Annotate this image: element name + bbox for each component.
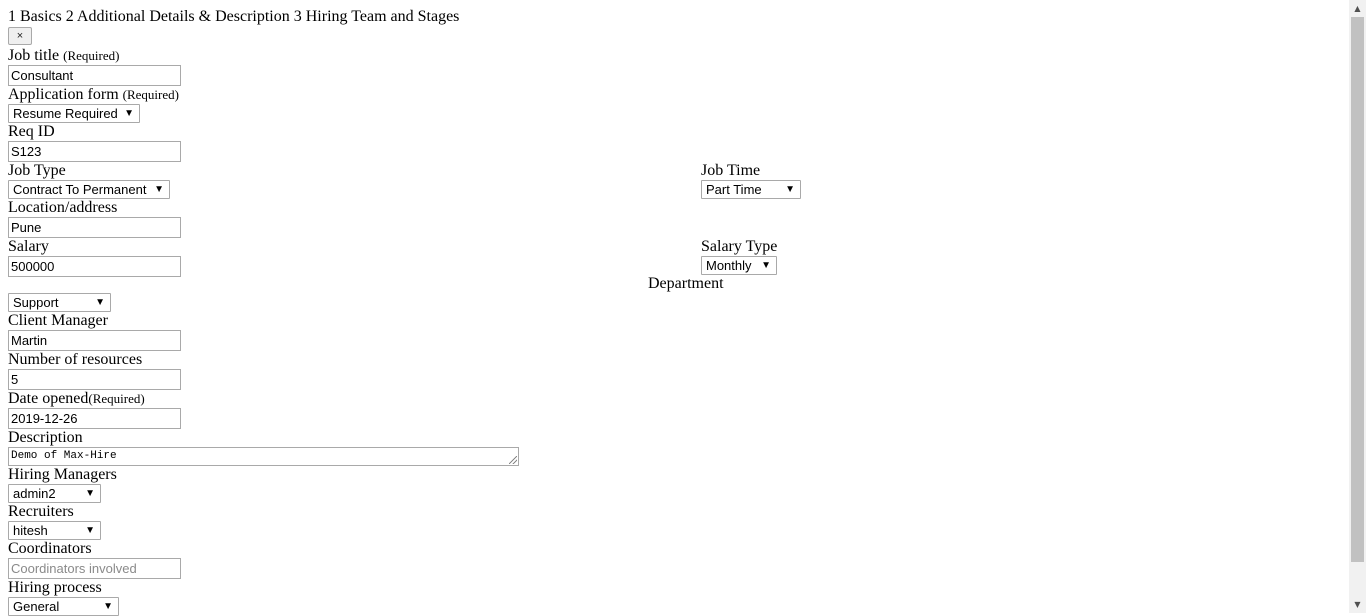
recruiters-label: Recruiters — [8, 503, 74, 520]
scroll-down-icon[interactable]: ▼ — [1349, 596, 1366, 613]
coordinators-input[interactable]: Coordinators involved — [8, 558, 181, 579]
hiring-process-value: General — [13, 599, 60, 614]
triangle-down-icon: ▼ — [95, 297, 105, 308]
hiring-process-label: Hiring process — [8, 579, 102, 596]
close-button[interactable]: × — [8, 27, 32, 45]
job-type-select[interactable]: Contract To Permanent ▼ — [8, 180, 170, 199]
resources-label: Number of resources — [8, 351, 143, 368]
hiring-managers-select[interactable]: admin2 ▼ — [8, 484, 101, 503]
application-form-label-text: Application form — [8, 86, 119, 103]
step-indicator: 1 Basics 2 Additional Details & Descript… — [8, 8, 460, 25]
recruiters-select[interactable]: hitesh ▼ — [8, 521, 101, 540]
location-label: Location/address — [8, 199, 118, 216]
department-select[interactable]: Support ▼ — [8, 293, 111, 312]
job-time-label: Job Time — [701, 162, 761, 179]
vertical-scrollbar[interactable]: ▲ ▼ — [1349, 0, 1366, 613]
client-manager-input[interactable]: Martin — [8, 330, 181, 351]
salary-label: Salary — [8, 238, 49, 255]
triangle-down-icon: ▼ — [785, 184, 795, 195]
coordinators-label: Coordinators — [8, 540, 92, 557]
required-marker: (Required) — [63, 48, 120, 63]
salary-type-value: Monthly — [706, 258, 752, 273]
department-label: Department — [648, 275, 724, 292]
client-manager-label: Client Manager — [8, 312, 108, 329]
job-title-label: Job title (Required) — [8, 47, 119, 65]
date-opened-label: Date opened(Required) — [8, 390, 145, 408]
scroll-up-icon[interactable]: ▲ — [1349, 0, 1366, 17]
salary-input[interactable]: 500000 — [8, 256, 181, 277]
job-time-value: Part Time — [706, 182, 762, 197]
department-value: Support — [13, 295, 59, 310]
required-marker: (Required) — [122, 87, 179, 102]
scrollbar-thumb[interactable] — [1351, 17, 1364, 562]
date-opened-input[interactable]: 2019-12-26 — [8, 408, 181, 429]
triangle-down-icon: ▼ — [85, 525, 95, 536]
location-input[interactable]: Pune — [8, 217, 181, 238]
recruiters-value: hitesh — [13, 523, 48, 538]
req-id-input[interactable]: S123 — [8, 141, 181, 162]
triangle-down-icon: ▼ — [103, 601, 113, 612]
application-form-label: Application form (Required) — [8, 86, 179, 104]
job-title-label-text: Job title — [8, 47, 60, 64]
salary-type-select[interactable]: Monthly ▼ — [701, 256, 777, 275]
hiring-process-select[interactable]: General ▼ — [8, 597, 119, 616]
triangle-down-icon: ▼ — [124, 108, 134, 119]
hiring-managers-value: admin2 — [13, 486, 56, 501]
date-opened-label-text: Date opened — [8, 390, 89, 407]
job-time-select[interactable]: Part Time ▼ — [701, 180, 801, 199]
job-title-input[interactable]: Consultant — [8, 65, 181, 86]
triangle-down-icon: ▼ — [761, 260, 771, 271]
req-id-label: Req ID — [8, 123, 55, 140]
required-marker: (Required) — [88, 391, 145, 406]
triangle-down-icon: ▼ — [85, 488, 95, 499]
hiring-managers-label: Hiring Managers — [8, 466, 117, 483]
description-value: Demo of Max-Hire — [11, 450, 117, 462]
salary-type-label: Salary Type — [701, 238, 778, 255]
job-type-value: Contract To Permanent — [13, 182, 147, 197]
resources-input[interactable]: 5 — [8, 369, 181, 390]
application-form-select[interactable]: Resume Required ▼ — [8, 104, 140, 123]
job-type-label: Job Type — [8, 162, 66, 179]
description-textarea[interactable]: Demo of Max-Hire — [8, 447, 519, 466]
application-form-value: Resume Required — [13, 106, 118, 121]
resize-grip-icon[interactable] — [509, 456, 517, 464]
description-label: Description — [8, 429, 83, 446]
triangle-down-icon: ▼ — [154, 184, 164, 195]
